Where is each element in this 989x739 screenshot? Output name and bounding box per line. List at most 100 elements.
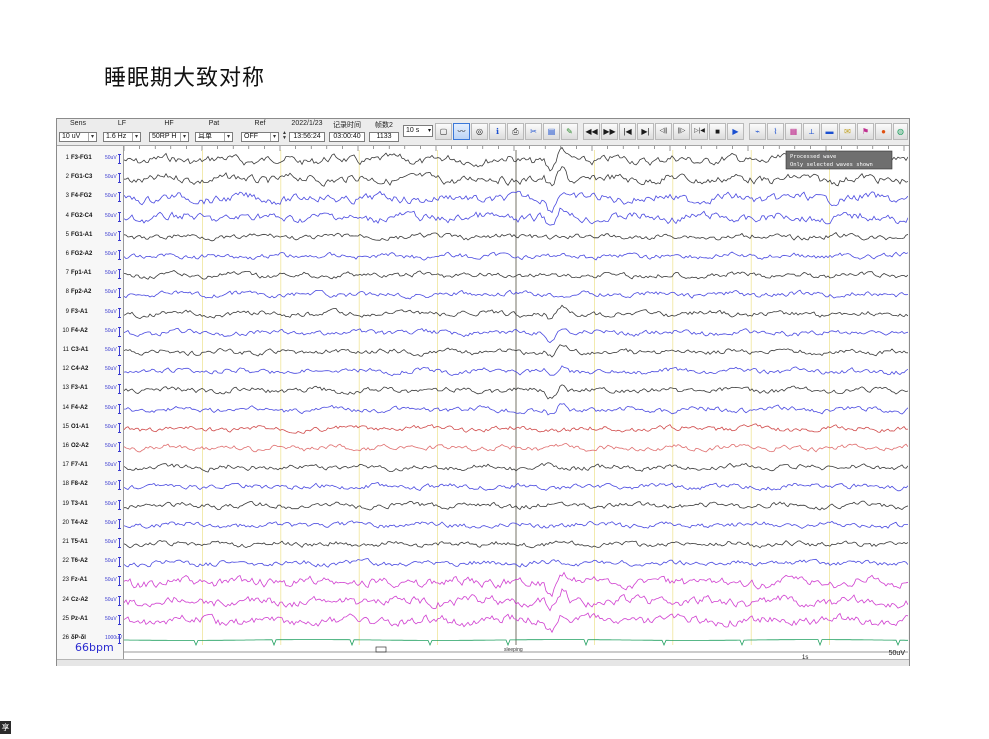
banner-line-1: Processed wave (790, 154, 836, 160)
go-start-icon[interactable]: |◀ (619, 123, 636, 140)
eeg-waveform-area[interactable]: sleeping Processed wave Only selected wave… (124, 146, 908, 659)
color-icon[interactable]: ● (875, 123, 892, 140)
channel-row[interactable]: 18 F8-A2 50uV (57, 478, 123, 494)
channel-row[interactable]: 3 F4-FG2 50uV (57, 190, 123, 206)
channel-row[interactable]: 16 O2-A2 50uV (57, 440, 123, 456)
ref-select[interactable]: OFF ▾ (241, 132, 279, 142)
channel-row[interactable]: 14 F4-A2 50uV (57, 402, 123, 418)
channel-row[interactable]: 4 FG2-C4 50uV (57, 210, 123, 226)
note-icon[interactable]: ✉ (839, 123, 856, 140)
calibration-bar-icon (118, 326, 121, 337)
channel-number: 9 (65, 308, 69, 315)
channel-name: FG1-C3 (71, 174, 93, 181)
period-value: 10 s (406, 127, 420, 134)
channel-row[interactable]: 21 T5-A1 50uV (57, 536, 123, 552)
calibration-bar-icon (118, 288, 121, 299)
channel-name: C4-A2 (71, 366, 89, 373)
channel-row[interactable]: 13 F3-A1 50uV (57, 382, 123, 398)
step-forward-icon[interactable]: ||▷ (673, 123, 690, 140)
channel-row[interactable]: 1 F3-FG1 50uV (57, 152, 123, 168)
channel-scale: 50uV (105, 443, 117, 449)
report-icon[interactable]: ▦ (785, 123, 802, 140)
info-icon[interactable]: ℹ (489, 123, 506, 140)
wave-edit-icon[interactable]: 〰 (453, 123, 470, 140)
channel-row[interactable]: 7 Fp1-A1 50uV (57, 267, 123, 283)
spectrum-icon[interactable]: ▤ (543, 123, 560, 140)
spin-arrows-icon[interactable]: ▲ ▼ (282, 131, 287, 141)
channel-name: F3-A1 (71, 385, 88, 392)
forward-fast-icon[interactable]: ▶▶ (601, 123, 618, 140)
channel-row[interactable]: 15 O1-A1 50uV (57, 421, 123, 437)
channel-row[interactable]: 26 δP-δI 1000uV (57, 632, 123, 648)
rewind-fast-icon[interactable]: ◀◀ (583, 123, 600, 140)
channel-name: F4-A2 (71, 327, 88, 334)
channel-row[interactable]: 11 C3-A1 50uV (57, 344, 123, 360)
chevron-down-icon: ▾ (132, 133, 140, 141)
calibration-bar-icon (118, 576, 121, 587)
ref-control: Ref OFF ▾ (241, 120, 279, 144)
lf-select[interactable]: 1.6 Hz ▾ (103, 132, 141, 142)
channel-row[interactable]: 8 Fp2-A2 50uV (57, 286, 123, 302)
channel-number: 10 (62, 327, 69, 334)
channel-row[interactable]: 17 F7-A1 50uV (57, 459, 123, 475)
measure-icon[interactable]: ⟂ (803, 123, 820, 140)
chevron-down-icon: ▾ (180, 133, 188, 141)
analysis-icon[interactable]: ⌁ (749, 123, 766, 140)
channel-scale: 50uV (105, 212, 117, 219)
banner-line-2: Only selected waves shown (790, 162, 873, 168)
channel-name: F7-A1 (71, 462, 88, 469)
channel-name: T3-A1 (71, 500, 88, 507)
channel-name: T6-A2 (71, 558, 88, 565)
calibration-bar-icon (118, 595, 121, 606)
hf-select[interactable]: 50RP H ▾ (149, 132, 189, 142)
open-icon[interactable]: ▢ (435, 123, 452, 140)
channel-row[interactable]: 23 Fz-A1 50uV (57, 574, 123, 590)
sens-select[interactable]: 10 uV ▾ (59, 132, 97, 142)
map-icon[interactable]: ◍ (893, 123, 908, 140)
channel-row[interactable]: 5 FG1-A1 50uV (57, 229, 123, 245)
channel-number: 17 (62, 462, 69, 469)
channel-row[interactable]: 10 F4-A2 50uV (57, 325, 123, 341)
channel-row[interactable]: 9 F3-A1 50uV (57, 306, 123, 322)
channel-scale: 50uV (105, 519, 117, 526)
channel-row[interactable]: 20 T4-A2 50uV (57, 517, 123, 533)
channel-name: Fz-A1 (71, 577, 88, 584)
tag-icon[interactable]: ⚑ (857, 123, 874, 140)
calibration-bar-icon (118, 307, 121, 318)
ruler-icon[interactable]: ▬ (821, 123, 838, 140)
channel-name: F4-A2 (71, 404, 88, 411)
trend-icon[interactable]: ⌇ (767, 123, 784, 140)
play-icon[interactable]: ▶ (727, 123, 744, 140)
channel-scale: 50uV (105, 366, 117, 373)
chevron-down-icon: ▾ (88, 133, 96, 141)
calibration-bar-icon (118, 192, 121, 203)
channel-number: 6 (65, 251, 69, 257)
print-icon[interactable]: ⎙ (507, 123, 524, 140)
chevron-down-icon: ▾ (270, 133, 278, 141)
channel-number: 5 (65, 231, 69, 238)
channel-row[interactable]: 22 T6-A2 50uV (57, 555, 123, 571)
step-back-icon[interactable]: ◁|| (655, 123, 672, 140)
channel-number: 2 (65, 174, 69, 181)
period-select[interactable]: 10 s ▾ (403, 125, 433, 137)
marker-icon[interactable]: ✎ (561, 123, 578, 140)
channel-row[interactable]: 19 T3-A1 50uV (57, 498, 123, 514)
cut-icon[interactable]: ✂ (525, 123, 542, 140)
calibration-bar-icon (118, 173, 121, 184)
channel-row[interactable]: 6 FG2-A2 50uV (57, 248, 123, 264)
channel-scale: 50uV (105, 500, 117, 507)
channel-panel: 66bpm 1 F3-FG1 50uV 2 FG1-C3 50uV 3 F4-FG2 50uV 4… (57, 146, 124, 659)
channel-row[interactable]: 24 Cz-A2 50uV (57, 594, 123, 610)
channel-row[interactable]: 2 FG1-C3 50uV (57, 171, 123, 187)
go-end-icon[interactable]: ▶| (637, 123, 654, 140)
channel-row[interactable]: 12 C4-A2 50uV (57, 363, 123, 379)
channel-number: 11 (62, 347, 69, 353)
status-strip (57, 659, 909, 666)
channel-name: O2-A2 (71, 443, 89, 449)
pat-select[interactable]: 耳单 ▾ (195, 132, 233, 142)
montage-icon[interactable]: ◎ (471, 123, 488, 140)
channel-row[interactable]: 25 Pz-A1 50uV (57, 613, 123, 629)
jump-icon[interactable]: ▷|◀ (691, 123, 708, 140)
stop-icon[interactable]: ■ (709, 123, 726, 140)
pat-label: Pat (208, 120, 220, 127)
